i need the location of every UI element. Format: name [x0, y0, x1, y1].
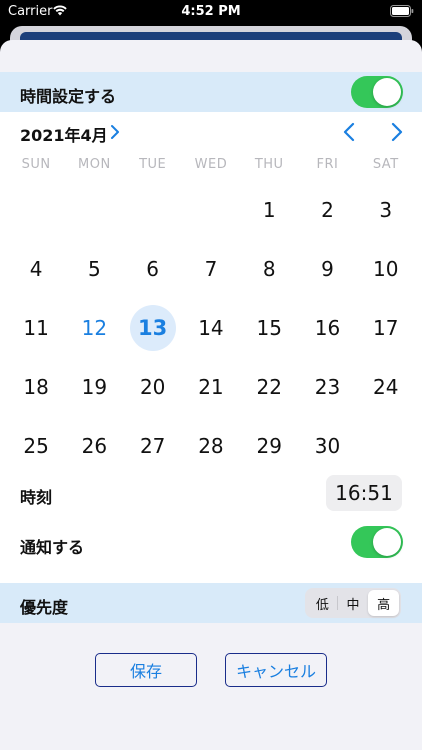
calendar-day[interactable]: 30 — [298, 416, 356, 475]
save-button[interactable]: 保存 — [95, 653, 197, 687]
calendar-day[interactable]: 7 — [182, 239, 240, 298]
calendar-day-selected[interactable]: 13 — [124, 298, 182, 357]
toggle-knob — [373, 528, 401, 556]
cancel-button[interactable]: キャンセル — [225, 653, 327, 687]
calendar-day[interactable]: 25 — [7, 416, 65, 475]
calendar-day[interactable]: 16 — [298, 298, 356, 357]
notify-toggle[interactable] — [351, 526, 403, 558]
calendar-empty-cell — [7, 180, 65, 239]
weekday-label: THU — [254, 157, 284, 172]
calendar-day-today[interactable]: 12 — [65, 298, 123, 357]
calendar-day[interactable]: 17 — [357, 298, 415, 357]
time-setting-toggle[interactable] — [351, 76, 403, 108]
calendar-day[interactable]: 19 — [65, 357, 123, 416]
calendar-day[interactable]: 20 — [124, 357, 182, 416]
calendar-day[interactable]: 21 — [182, 357, 240, 416]
weekday-label: TUE — [139, 157, 167, 172]
weekday-label: FRI — [316, 157, 339, 172]
calendar-day[interactable]: 22 — [240, 357, 298, 416]
priority-label: 優先度 — [20, 598, 69, 617]
next-month-button[interactable] — [388, 122, 404, 142]
calendar-day[interactable]: 10 — [357, 239, 415, 298]
status-time: 4:52 PM — [181, 4, 241, 19]
time-setting-row: 時間設定する — [0, 72, 422, 112]
priority-option[interactable]: 高 — [368, 590, 400, 616]
calendar-day[interactable]: 28 — [182, 416, 240, 475]
calendar-day[interactable]: 4 — [7, 239, 65, 298]
calendar-day[interactable]: 3 — [357, 180, 415, 239]
notify-label: 通知する — [20, 538, 85, 557]
calendar-day[interactable]: 24 — [357, 357, 415, 416]
calendar-empty-cell — [182, 180, 240, 239]
calendar-day[interactable]: 6 — [124, 239, 182, 298]
calendar-day[interactable]: 1 — [240, 180, 298, 239]
calendar-day[interactable]: 23 — [298, 357, 356, 416]
time-setting-label: 時間設定する — [20, 87, 117, 106]
calendar-day[interactable]: 9 — [298, 239, 356, 298]
weekday-label: MON — [78, 157, 111, 172]
chevron-right-icon[interactable] — [109, 124, 121, 140]
calendar-empty-cell — [357, 416, 415, 475]
day-number: 13 — [138, 315, 168, 340]
weekday-label: SAT — [372, 157, 399, 172]
month-label[interactable]: 2021年4月 — [20, 122, 108, 146]
priority-option[interactable]: 低 — [307, 590, 338, 616]
status-bar: Carrier 4:52 PM — [0, 0, 422, 24]
calendar-day[interactable]: 8 — [240, 239, 298, 298]
calendar-day[interactable]: 15 — [240, 298, 298, 357]
weekday-label: SUN — [21, 157, 51, 172]
calendar-day[interactable]: 26 — [65, 416, 123, 475]
calendar-week: 4 5 6 7 8 9 10 — [7, 239, 415, 298]
time-label: 時刻 — [20, 488, 53, 507]
weekday-label: WED — [194, 157, 228, 172]
calendar-day[interactable]: 2 — [298, 180, 356, 239]
task-edit-sheet: 時間設定する 2021年4月 SUN MON TUE WED THU FRI SAT 123… — [0, 40, 422, 750]
calendar-grid: 1 2 3 4 5 6 7 8 9 10 11 12 13 14 15 16 17 18 19 20 21 22 23 24 2… — [7, 180, 415, 475]
calendar-week: 11 12 13 14 15 16 17 — [7, 298, 415, 357]
calendar-week: 123 — [7, 180, 415, 239]
time-picker[interactable]: 16:51 — [326, 475, 402, 511]
priority-option[interactable]: 中 — [338, 590, 369, 616]
calendar-empty-cell — [124, 180, 182, 239]
calendar-week: 18 19 20 21 22 23 24 — [7, 357, 415, 416]
calendar-day[interactable]: 18 — [7, 357, 65, 416]
calendar-empty-cell — [65, 180, 123, 239]
calendar-week: 25 26 27 28 29 30 — [7, 416, 415, 475]
calendar-day[interactable]: 5 — [65, 239, 123, 298]
previous-month-button[interactable] — [342, 122, 358, 142]
weekday-header: SUN MON TUE WED THU FRI SAT — [7, 157, 415, 175]
calendar-day[interactable]: 29 — [240, 416, 298, 475]
calendar-day[interactable]: 11 — [7, 298, 65, 357]
calendar-day[interactable]: 27 — [124, 416, 182, 475]
priority-segmented-control: 低中高 — [305, 588, 401, 618]
calendar-day[interactable]: 14 — [182, 298, 240, 357]
toggle-knob — [373, 78, 401, 106]
battery-icon — [390, 5, 414, 17]
